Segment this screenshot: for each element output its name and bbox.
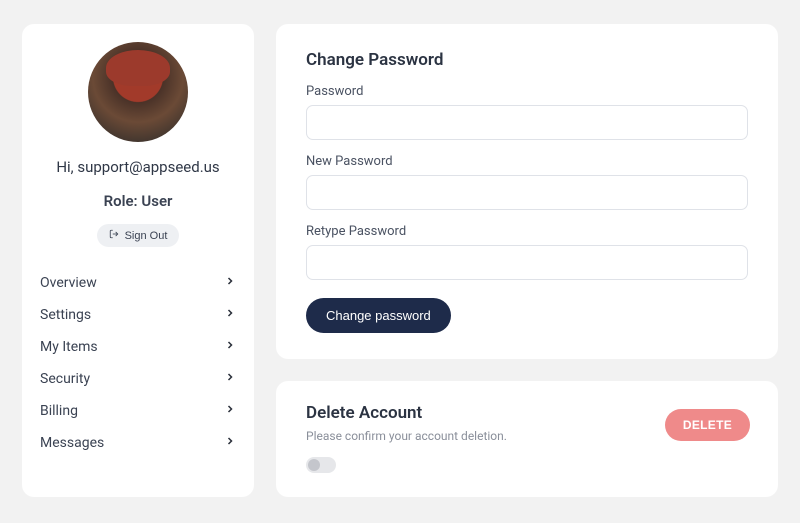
signout-label: Sign Out (125, 230, 168, 242)
change-password-title: Change Password (306, 50, 748, 70)
signout-icon (109, 229, 119, 242)
new-password-group: New Password (306, 154, 748, 210)
role-value: User (141, 192, 172, 210)
new-password-field[interactable] (306, 175, 748, 210)
user-role: Role: User (104, 192, 173, 210)
retype-password-field[interactable] (306, 245, 748, 280)
sidebar-nav: Overview Settings My Items Security Bill… (36, 267, 240, 459)
password-field[interactable] (306, 105, 748, 140)
sidebar-item-overview[interactable]: Overview (36, 267, 240, 299)
chevron-right-icon (224, 435, 236, 451)
chevron-right-icon (224, 275, 236, 291)
new-password-label: New Password (306, 154, 748, 169)
sidebar-item-label: My Items (40, 339, 98, 355)
sidebar-item-my-items[interactable]: My Items (36, 331, 240, 363)
role-label: Role: (104, 192, 142, 210)
sidebar-item-messages[interactable]: Messages (36, 427, 240, 459)
retype-password-label: Retype Password (306, 224, 748, 239)
delete-account-card: Delete Account Please confirm your accou… (276, 381, 778, 497)
chevron-right-icon (224, 339, 236, 355)
sidebar-item-label: Messages (40, 435, 104, 451)
sidebar-item-settings[interactable]: Settings (36, 299, 240, 331)
password-label: Password (306, 84, 748, 99)
change-password-button[interactable]: Change password (306, 298, 451, 333)
sidebar-item-label: Security (40, 371, 90, 387)
password-group: Password (306, 84, 748, 140)
chevron-right-icon (224, 403, 236, 419)
change-password-card: Change Password Password New Password Re… (276, 24, 778, 359)
sidebar-item-label: Billing (40, 403, 78, 419)
retype-password-group: Retype Password (306, 224, 748, 280)
greeting-prefix: Hi, (56, 158, 77, 176)
delete-button[interactable]: DELETE (665, 409, 750, 441)
sidebar-item-security[interactable]: Security (36, 363, 240, 395)
sidebar-item-billing[interactable]: Billing (36, 395, 240, 427)
sidebar-item-label: Settings (40, 307, 91, 323)
chevron-right-icon (224, 307, 236, 323)
signout-button[interactable]: Sign Out (97, 224, 180, 247)
user-greeting: Hi, support@appseed.us (56, 158, 219, 176)
user-email: support@appseed.us (77, 158, 219, 176)
sidebar: Hi, support@appseed.us Role: User Sign O… (22, 24, 254, 497)
sidebar-item-label: Overview (40, 275, 97, 291)
avatar (88, 42, 188, 142)
chevron-right-icon (224, 371, 236, 387)
delete-confirm-toggle[interactable] (306, 457, 336, 473)
main-content: Change Password Password New Password Re… (276, 24, 778, 497)
